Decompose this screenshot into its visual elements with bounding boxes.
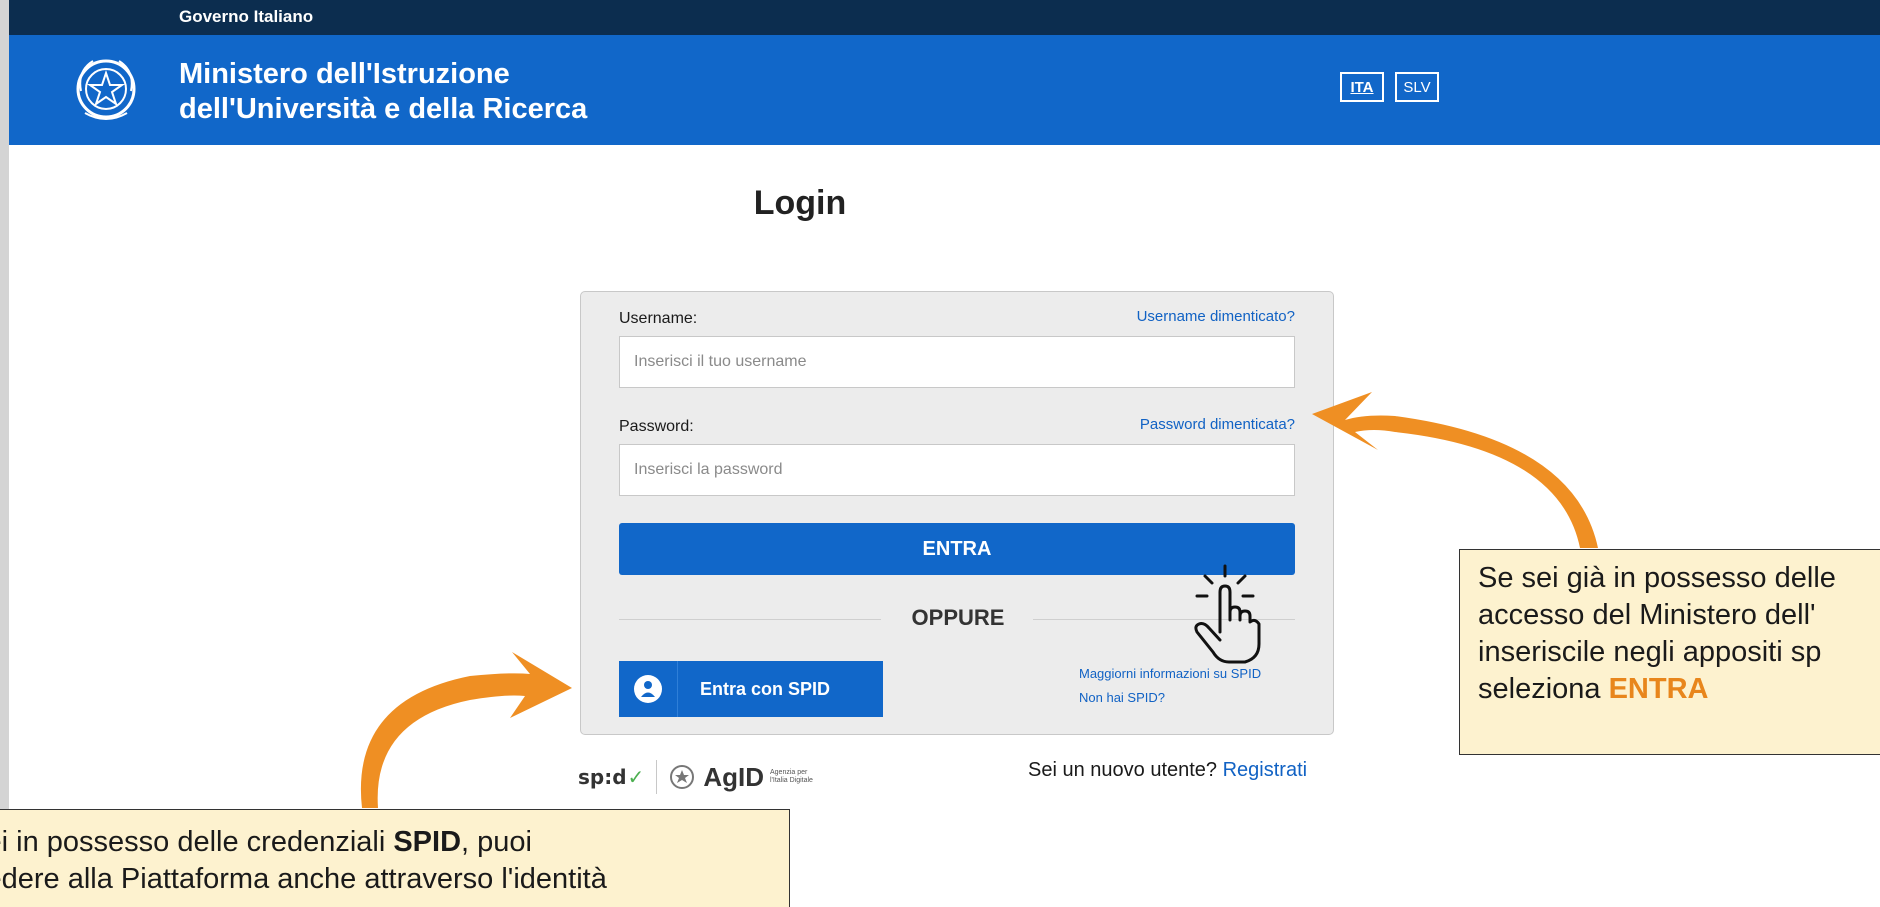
username-label: Username:: [619, 310, 698, 327]
spid-links: Maggiorni informazioni su SPID Non hai S…: [1079, 662, 1261, 710]
callout-left-line2: cedere alla Piattaforma anche attraverso…: [0, 863, 607, 895]
callout-left-line1-a: sei in possesso delle credenziali: [0, 826, 394, 858]
lang-slv-button[interactable]: SLV: [1395, 72, 1439, 102]
pointer-hand-icon: [1194, 564, 1261, 664]
spid-login-button[interactable]: Entra con SPID: [619, 661, 883, 717]
callout-right-line4: seleziona ENTRA: [1478, 671, 1880, 708]
slim-header: Governo Italiano: [9, 0, 1880, 35]
agid-caption-line2: l'Italia Digitale: [769, 777, 813, 784]
password-label: Password:: [619, 418, 694, 435]
callout-entra-word: ENTRA: [1608, 673, 1709, 705]
page: Governo Italiano Ministero dell'Istruzio…: [0, 0, 1880, 907]
spid-logo: sp:d: [578, 765, 627, 789]
register-question: Sei un nuovo utente?: [1028, 759, 1218, 781]
page-title: Login: [753, 184, 847, 222]
agid-logo: AgID: [703, 761, 764, 792]
spid-none-link[interactable]: Non hai SPID?: [1079, 686, 1261, 710]
republic-emblem-icon: [76, 59, 136, 120]
callout-right-line3: inseriscile negli appositi sp: [1478, 636, 1822, 668]
partner-logos: sp:d ✓ AgID Agenzia per l'Italia Digital…: [578, 760, 813, 794]
lang-ita-button[interactable]: ITA: [1340, 72, 1384, 102]
username-forgot-link[interactable]: Username dimenticato?: [1137, 308, 1295, 325]
username-input[interactable]: [619, 336, 1295, 388]
callout-right-line1: Se sei già in possesso delle: [1478, 562, 1836, 594]
agid-caption-line1: Agenzia per: [769, 769, 808, 776]
window-border: [0, 0, 9, 907]
register-prompt: Sei un nuovo utente? Registrati: [1028, 759, 1307, 782]
password-input[interactable]: [619, 444, 1295, 496]
callout-left-line1-b: , puoi: [461, 826, 532, 858]
main-header: Ministero dell'Istruzione dell'Universit…: [9, 35, 1880, 145]
callout-right-line4-text: seleziona: [1478, 673, 1609, 705]
password-forgot-link[interactable]: Password dimenticata?: [1140, 416, 1295, 433]
callout-left-line1: sei in possesso delle credenziali SPID, …: [0, 824, 789, 861]
gov-link[interactable]: Governo Italiano: [179, 7, 313, 27]
agid-emblem-icon: [670, 765, 695, 789]
login-card: Username: Username dimenticato? Password…: [580, 291, 1334, 735]
register-link[interactable]: Registrati: [1223, 759, 1307, 781]
spid-button-label: Entra con SPID: [700, 678, 831, 699]
callout-spid-word: SPID: [393, 826, 462, 858]
ministry-title[interactable]: Ministero dell'Istruzione dell'Universit…: [179, 57, 587, 127]
ministry-title-line1: Ministero dell'Istruzione: [179, 58, 510, 90]
agid-caption: Agenzia per l'Italia Digitale: [770, 769, 813, 785]
spid-user-icon: [619, 661, 678, 717]
arrow-to-spid: [360, 652, 572, 808]
callout-credentials: Se sei già in possesso delle accesso del…: [1459, 549, 1880, 755]
callout-spid: sei in possesso delle credenziali SPID, …: [0, 809, 790, 907]
logo-divider: [656, 760, 658, 794]
ministry-title-line2: dell'Università e della Ricerca: [179, 93, 588, 125]
callout-right-line2: accesso del Ministero dell': [1478, 599, 1816, 631]
arrow-to-password: [1312, 392, 1598, 548]
check-icon: ✓: [627, 766, 645, 789]
